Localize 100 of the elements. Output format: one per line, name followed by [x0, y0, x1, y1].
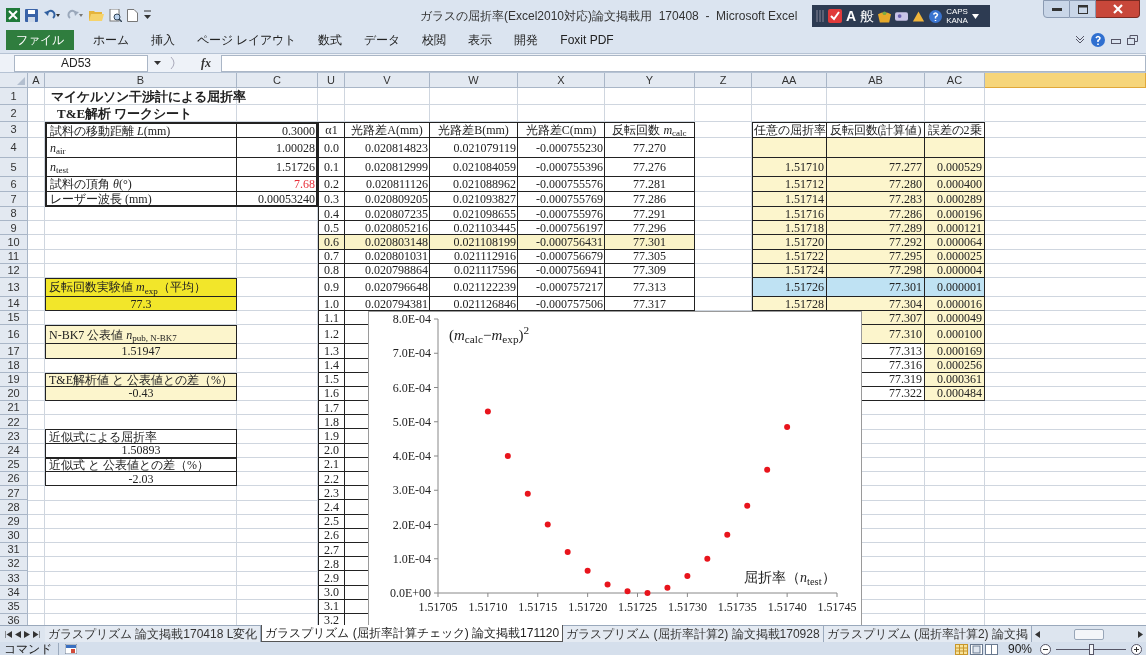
name-box[interactable]: AD53	[14, 54, 148, 72]
row-header[interactable]: 21	[0, 401, 28, 416]
zoom-in-icon[interactable]	[1131, 643, 1142, 655]
last-sheet-icon[interactable]	[33, 630, 40, 638]
next-sheet-icon[interactable]	[24, 630, 30, 638]
row-header[interactable]: 22	[0, 415, 28, 430]
table-cell: 0.000100	[925, 325, 985, 345]
input-mode-label[interactable]: A	[846, 5, 857, 27]
ribbon-tab[interactable]: データ	[353, 30, 412, 50]
row-header[interactable]: 7	[0, 192, 28, 207]
macro-record-icon[interactable]	[65, 644, 77, 654]
row-header[interactable]: 10	[0, 235, 28, 250]
minimize-icon[interactable]	[1111, 36, 1121, 44]
bag-icon[interactable]	[878, 9, 892, 23]
column-heading: α1	[318, 122, 345, 138]
row-header[interactable]: 26	[0, 472, 28, 487]
row-header[interactable]: 16	[0, 325, 28, 345]
checkbox-icon[interactable]	[828, 9, 842, 23]
tick-label: 1.51710	[468, 600, 508, 614]
first-sheet-icon[interactable]	[5, 630, 12, 638]
insert-function-button[interactable]: fx	[201, 54, 211, 72]
help-icon[interactable]	[929, 9, 943, 23]
row-header[interactable]: 33	[0, 571, 28, 586]
zoom-out-icon[interactable]	[1040, 643, 1051, 655]
triangle-icon[interactable]	[912, 9, 926, 23]
row-header[interactable]: 17	[0, 344, 28, 359]
row-header[interactable]: 1	[0, 88, 28, 105]
column-header[interactable]: AB	[827, 73, 925, 88]
pad-icon[interactable]	[895, 9, 909, 23]
row-header[interactable]: 2	[0, 105, 28, 122]
save-icon[interactable]	[25, 8, 38, 22]
page-layout-icon[interactable]	[969, 643, 983, 655]
column-header[interactable]: U	[318, 73, 345, 88]
table-cell: 1.51716	[752, 207, 827, 222]
column-header[interactable]: AC	[925, 73, 985, 88]
ribbon-tab[interactable]: 挿入	[140, 30, 186, 50]
ribbon-tab[interactable]: 校閲	[411, 30, 458, 50]
row-header[interactable]: 6	[0, 177, 28, 192]
file-tab[interactable]: ファイル	[6, 30, 74, 50]
input-type-label[interactable]: 般	[860, 5, 875, 27]
column-header[interactable]: Y	[605, 73, 695, 88]
row-header[interactable]: 15	[0, 311, 28, 326]
column-header[interactable]: W	[430, 73, 518, 88]
column-header[interactable]: C	[237, 73, 318, 88]
ribbon-tab[interactable]: Foxit PDF	[549, 30, 625, 50]
page-break-preview-icon[interactable]	[984, 643, 998, 655]
scrollbar-thumb[interactable]	[1073, 628, 1104, 640]
customize-toolbar-icon[interactable]	[143, 9, 152, 21]
column-header[interactable]: V	[345, 73, 430, 88]
print-preview-icon[interactable]	[109, 8, 122, 22]
row-header[interactable]: 9	[0, 221, 28, 236]
minimize-icon[interactable]	[1051, 7, 1062, 11]
row-header[interactable]: 27	[0, 486, 28, 501]
row-header[interactable]: 3	[0, 122, 28, 138]
tick-label: 1.0E-04	[392, 551, 431, 566]
undo-icon[interactable]	[43, 9, 61, 21]
column-header[interactable]: AA	[752, 73, 827, 88]
maximize-icon[interactable]	[1077, 4, 1088, 14]
table-cell: 2.4	[318, 500, 345, 515]
restore-icon[interactable]	[1127, 35, 1138, 45]
table-cell: 0.000049	[925, 311, 985, 326]
table-cell: 2.9	[318, 571, 345, 586]
previous-sheet-icon[interactable]	[15, 630, 21, 638]
close-button[interactable]	[1096, 0, 1140, 18]
sheet-tab[interactable]: ガラスプリズム 論文掲載170418 L変化	[45, 626, 262, 642]
ribbon-tab[interactable]: 表示	[457, 30, 504, 50]
ribbon-tab[interactable]: ページ レイアウト	[186, 30, 308, 50]
table-cell: 0.6	[318, 235, 345, 250]
new-document-icon[interactable]	[127, 8, 138, 22]
sheet-tab[interactable]: ガラスプリズム (屈折率計算2) 論文掲載170928	[563, 626, 824, 642]
column-header[interactable]: Z	[695, 73, 752, 88]
ribbon-tab[interactable]: 開発	[503, 30, 550, 50]
ime-toolbar[interactable]: A 般 CAPS KANA	[812, 5, 990, 27]
row-header[interactable]: 4	[0, 138, 28, 158]
dropdown-icon[interactable]	[971, 13, 979, 19]
dropdown-icon[interactable]	[154, 61, 161, 65]
ribbon-tab[interactable]: ホーム	[82, 30, 140, 50]
result-label: N-BK7 公表値 n$_{pub, N-BK7}$	[45, 325, 237, 345]
column-header[interactable]: B	[45, 73, 237, 88]
help-icon[interactable]	[1091, 33, 1105, 47]
row-header[interactable]: 28	[0, 500, 28, 515]
maximize-button[interactable]	[1070, 0, 1096, 18]
excel-logo-icon[interactable]	[6, 8, 20, 22]
close-icon[interactable]	[1112, 4, 1123, 14]
formula-field[interactable]	[221, 54, 1146, 72]
row-header[interactable]: 5	[0, 158, 28, 177]
column-header[interactable]: A	[28, 73, 45, 88]
sheet-tab[interactable]: ガラスプリズム (屈折率計算チェック) 論文掲載171120	[261, 625, 564, 642]
table-cell: -0.000755769	[518, 192, 605, 207]
sheet-tab[interactable]: ガラスプリズム (屈折率計算2) 論文掲	[823, 626, 1032, 642]
collapse-ribbon-icon[interactable]	[1075, 36, 1085, 44]
slider-thumb[interactable]	[1088, 643, 1094, 655]
table-cell: 0.000400	[925, 177, 985, 192]
row-header[interactable]: 8	[0, 207, 28, 222]
column-header[interactable]: X	[518, 73, 605, 88]
parameter-label: 試料の移動距離 L(mm)	[45, 122, 237, 138]
minimize-button[interactable]	[1043, 0, 1070, 18]
row-header[interactable]: 23	[0, 429, 28, 444]
ribbon-tab[interactable]: 数式	[307, 30, 354, 50]
row-header[interactable]: 32	[0, 557, 28, 572]
